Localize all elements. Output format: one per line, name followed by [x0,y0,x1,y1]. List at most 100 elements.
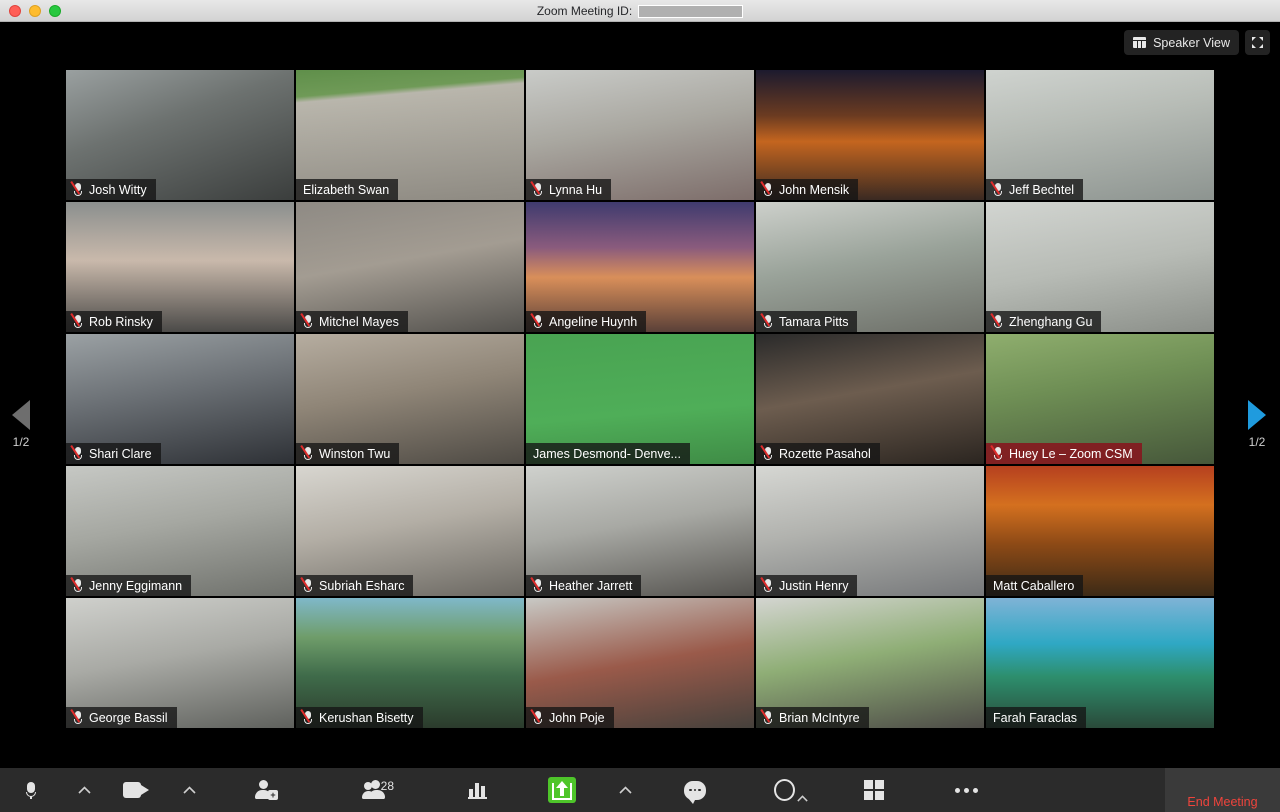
stop-video-button[interactable] [106,768,166,812]
participant-nameplate: Rob Rinsky [66,311,162,332]
end-meeting-button[interactable]: End Meeting [1165,768,1280,812]
participant-tile[interactable]: Justin Henry [756,466,984,596]
chevron-up-icon [77,786,91,794]
participant-name: Brian McIntyre [779,710,860,725]
participant-tile[interactable]: Heather Jarrett [526,466,754,596]
muted-microphone-icon [993,314,1004,329]
participant-name: Huey Le – Zoom CSM [1009,446,1133,461]
participant-tile[interactable]: Jenny Eggimann [66,466,294,596]
record-icon [773,779,795,801]
participant-tile[interactable]: Zhenghang Gu [986,202,1214,332]
breakout-rooms-button[interactable] [828,768,920,812]
participant-tile[interactable]: Josh Witty [66,70,294,200]
muted-microphone-icon [303,710,314,725]
participant-name: James Desmond- Denve... [533,446,681,461]
participant-nameplate: Lynna Hu [526,179,612,200]
muted-microphone-icon [73,710,84,725]
speaker-view-button[interactable]: Speaker View [1124,30,1239,55]
participant-name: Winston Twu [319,446,391,461]
participant-tile[interactable]: Rozette Pasahol [756,334,984,464]
participant-tile[interactable]: Elizabeth Swan [296,70,524,200]
participant-name: John Poje [549,710,605,725]
muted-microphone-icon [763,710,774,725]
participant-tile[interactable]: Brian McIntyre [756,598,984,728]
page-indicator-right: 1/2 [1248,435,1266,449]
participant-nameplate: Tamara Pitts [756,311,858,332]
participant-tile[interactable]: John Mensik [756,70,984,200]
participant-nameplate: Jenny Eggimann [66,575,192,596]
participant-tile[interactable]: Jeff Bechtel [986,70,1214,200]
participant-tile[interactable]: Lynna Hu [526,70,754,200]
participant-nameplate: Huey Le – Zoom CSM [986,443,1142,464]
audio-options-button[interactable] [62,768,106,812]
participant-tile[interactable]: Farah Faraclas [986,598,1214,728]
participant-tile[interactable]: John Poje [526,598,754,728]
participant-name: George Bassil [89,710,168,725]
video-options-button[interactable] [166,768,212,812]
chevron-right-icon [1248,400,1266,430]
more-options-button[interactable] [920,768,1012,812]
participants-button[interactable]: 28 [322,768,432,812]
chevron-up-icon [618,786,632,794]
mute-button[interactable] [0,768,62,812]
participant-tile[interactable]: Rob Rinsky [66,202,294,332]
more-options-icon [954,787,978,793]
chat-button[interactable] [650,768,740,812]
meeting-id-label: Zoom Meeting ID: [536,4,633,18]
muted-microphone-icon [73,314,84,329]
chevron-up-icon [797,795,808,802]
gallery-icon [1133,37,1147,48]
polling-button[interactable] [432,768,524,812]
participant-name: Rob Rinsky [89,314,153,329]
participant-name: Elizabeth Swan [303,182,390,197]
participants-count: 28 [380,779,394,793]
participant-nameplate: Kerushan Bisetty [296,707,423,728]
participant-name: Justin Henry [779,578,849,593]
muted-microphone-icon [533,578,544,593]
participant-nameplate: Farah Faraclas [986,707,1087,728]
participant-tile[interactable]: James Desmond- Denve... [526,334,754,464]
participant-name: Subriah Esharc [319,578,405,593]
participant-tile[interactable]: Matt Caballero [986,466,1214,596]
muted-microphone-icon [763,182,774,197]
participant-nameplate: Angeline Huynh [526,311,647,332]
participant-tile[interactable]: Huey Le – Zoom CSM [986,334,1214,464]
participant-tile[interactable]: Subriah Esharc [296,466,524,596]
muted-microphone-icon [533,182,544,197]
participant-nameplate: Josh Witty [66,179,156,200]
share-screen-button[interactable] [524,768,600,812]
participant-nameplate: Winston Twu [296,443,400,464]
muted-microphone-icon [763,578,774,593]
participant-name: Jenny Eggimann [89,578,183,593]
share-options-button[interactable] [600,768,650,812]
participant-name: Matt Caballero [993,578,1075,593]
next-page-button[interactable]: 1/2 [1248,400,1266,449]
participant-name: John Mensik [779,182,850,197]
participant-name: Shari Clare [89,446,152,461]
muted-microphone-icon [303,446,314,461]
muted-microphone-icon [763,446,774,461]
meeting-id-masked-value [638,4,744,18]
participant-tile[interactable]: Tamara Pitts [756,202,984,332]
chat-bubble-icon [684,780,706,804]
participant-name: Kerushan Bisetty [319,710,414,725]
fullscreen-button[interactable] [1245,30,1270,55]
participants-icon: 28 [362,779,394,800]
participant-name: Lynna Hu [549,182,603,197]
participant-tile[interactable]: Shari Clare [66,334,294,464]
participant-tile[interactable]: Winston Twu [296,334,524,464]
speaker-view-label: Speaker View [1153,35,1230,50]
record-button[interactable] [740,768,828,812]
participant-nameplate: George Bassil [66,707,177,728]
participant-tile[interactable]: Angeline Huynh [526,202,754,332]
participant-tile[interactable]: Mitchel Mayes [296,202,524,332]
muted-microphone-icon [993,182,1004,197]
previous-page-button[interactable]: 1/2 [12,400,30,449]
participant-tile[interactable]: George Bassil [66,598,294,728]
participant-nameplate: Mitchel Mayes [296,311,408,332]
participant-nameplate: Brian McIntyre [756,707,869,728]
muted-microphone-icon [73,578,84,593]
video-camera-icon [123,782,149,798]
participant-tile[interactable]: Kerushan Bisetty [296,598,524,728]
invite-button[interactable]: + [212,768,322,812]
